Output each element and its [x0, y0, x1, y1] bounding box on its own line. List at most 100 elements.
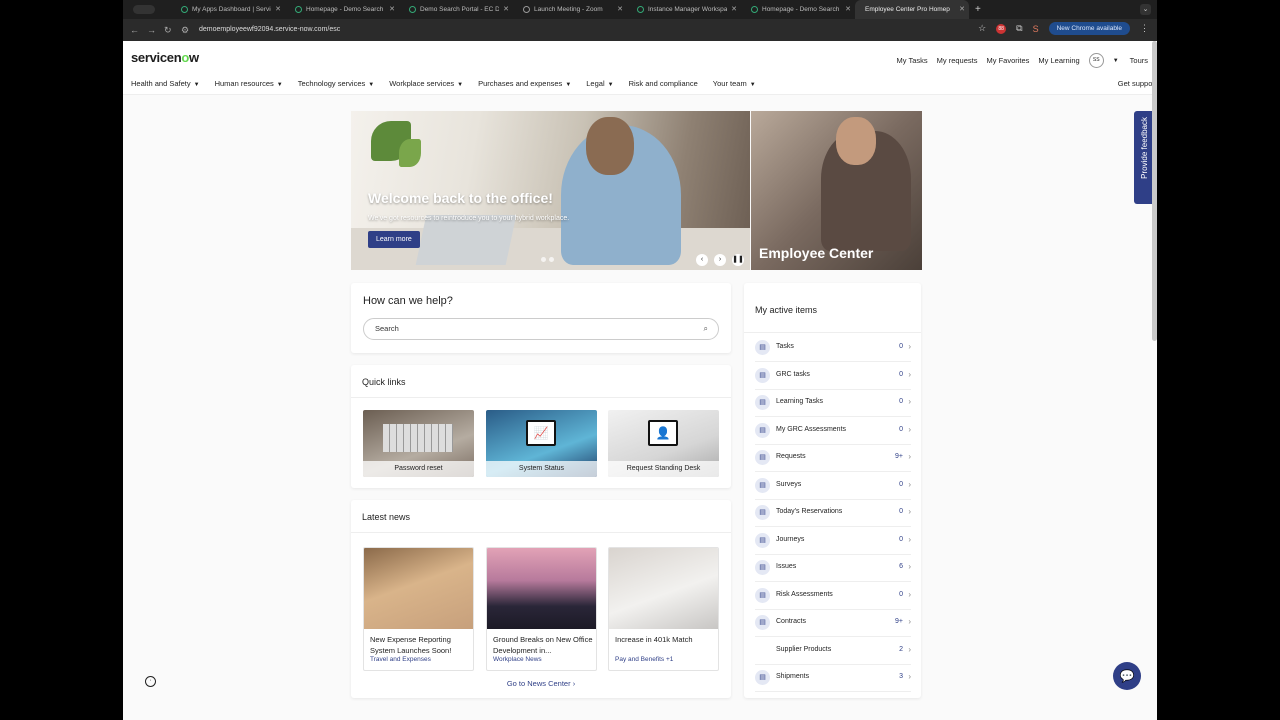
my-learning-link[interactable]: My Learning	[1038, 56, 1079, 65]
avatar[interactable]: SS	[1088, 53, 1104, 68]
quick-link-standing-desk[interactable]: 👤 Request Standing Desk	[608, 410, 719, 477]
active-item-row[interactable]: ▤ Journeys 0 ›	[755, 528, 911, 555]
browser-tab[interactable]: Homepage - Demo Search Po ✕	[741, 0, 855, 19]
tab-search-icon[interactable]: ⌄	[1140, 4, 1151, 15]
grc-icon: ▤	[755, 367, 770, 383]
window-controls[interactable]	[133, 5, 155, 14]
banner-person-image	[836, 117, 876, 165]
go-to-news-center-link[interactable]: Go to News Center ›	[351, 679, 731, 688]
active-item-row[interactable]: ▤ Shipments 3 ›	[755, 665, 911, 692]
menu-item-workplace-services[interactable]: Workplace services ▼	[389, 79, 463, 88]
chevron-left-icon[interactable]: ‹	[696, 254, 708, 266]
active-item-count: 9+	[895, 453, 903, 460]
close-tab-icon[interactable]: ✕	[389, 5, 395, 13]
menu-item-technology-services[interactable]: Technology services ▼	[298, 79, 375, 88]
site-info-icon[interactable]: ⚙	[181, 25, 191, 36]
close-tab-icon[interactable]: ✕	[503, 5, 509, 13]
chevron-down-icon: ▼	[607, 82, 614, 88]
logo-text: w	[189, 50, 199, 65]
browser-tab-active[interactable]: Employee Center Pro Homep ✕	[855, 0, 969, 19]
quick-link-system-status[interactable]: 📈 System Status	[486, 410, 597, 477]
menu-item-risk-and-compliance[interactable]: Risk and compliance	[629, 79, 698, 88]
new-tab-icon[interactable]: +	[975, 4, 981, 15]
menu-icon[interactable]: ⋮	[1140, 23, 1149, 34]
carousel-dot[interactable]	[549, 257, 554, 262]
active-item-row[interactable]: ▤ My GRC Assessments 0 ›	[755, 418, 911, 445]
learn-more-button[interactable]: Learn more	[368, 231, 420, 248]
active-item-row[interactable]: ▤ Requests 9+ ›	[755, 445, 911, 472]
news-item[interactable]: Ground Breaks on New Office Development …	[486, 547, 597, 671]
scrollbar[interactable]	[1152, 41, 1157, 341]
forward-icon[interactable]: →	[147, 25, 157, 35]
menu-item-legal[interactable]: Legal ▼	[586, 79, 613, 88]
close-tab-icon[interactable]: ✕	[845, 5, 851, 13]
chevron-right-icon[interactable]: ›	[714, 254, 726, 266]
my-favorites-link[interactable]: My Favorites	[986, 56, 1029, 65]
chrome-update-button[interactable]: New Chrome available	[1048, 22, 1130, 35]
search-input[interactable]: Search ⌕	[363, 318, 719, 340]
active-item-row[interactable]: Supplier Products 2 ›	[755, 638, 911, 665]
active-item-row[interactable]: ▤ Risk Assessments 0 ›	[755, 583, 911, 610]
chat-icon[interactable]: 💬	[1113, 662, 1141, 690]
news-category[interactable]: Workplace News	[493, 656, 542, 663]
carousel-dot[interactable]	[541, 257, 546, 262]
chevron-down-icon[interactable]: ▼	[1113, 58, 1119, 64]
menu-item-purchases-and-expenses[interactable]: Purchases and expenses ▼	[478, 79, 571, 88]
my-requests-link[interactable]: My requests	[937, 56, 978, 65]
tab-title: Employee Center Pro Homep	[865, 6, 950, 13]
active-item-row[interactable]: ▤ Tasks 0 ›	[755, 335, 911, 362]
active-item-row[interactable]: ▤ GRC tasks 0 ›	[755, 363, 911, 390]
profile-icon[interactable]: S	[1033, 24, 1039, 34]
active-item-row[interactable]: ▤ Today's Reservations 0 ›	[755, 500, 911, 527]
menu-item-health-and-safety[interactable]: Health and Safety ▼	[131, 79, 200, 88]
browser-tab[interactable]: Instance Manager Workspace ✕	[627, 0, 741, 19]
browser-tab[interactable]: My Apps Dashboard | Servic ✕	[171, 0, 285, 19]
menu-item-human-resources[interactable]: Human resources ▼	[215, 79, 283, 88]
active-item-label: Supplier Products	[776, 645, 832, 653]
address-bar-row: ← → ↻ ⚙ demoemployeewf92094.service-now.…	[123, 19, 1157, 41]
chevron-down-icon: ▼	[749, 82, 756, 88]
extension-badge-icon[interactable]: 88	[996, 23, 1007, 34]
close-tab-icon[interactable]: ✕	[617, 5, 623, 13]
news-image	[609, 548, 718, 629]
close-tab-icon[interactable]: ✕	[959, 5, 965, 13]
back-icon[interactable]: ←	[130, 25, 140, 35]
star-icon[interactable]: ☆	[978, 23, 986, 34]
close-tab-icon[interactable]: ✕	[731, 5, 737, 13]
browser-tab[interactable]: Homepage - Demo Search Po ✕	[285, 0, 399, 19]
carousel-indicators[interactable]	[541, 257, 554, 262]
close-tab-icon[interactable]: ✕	[275, 5, 281, 13]
news-item[interactable]: New Expense Reporting System Launches So…	[363, 547, 474, 671]
pause-icon[interactable]: ❚❚	[732, 254, 744, 266]
chevron-down-icon: ▼	[565, 82, 572, 88]
news-item[interactable]: Increase in 401k Match Pay and Benefits …	[608, 547, 719, 671]
menu-item-your-team[interactable]: Your team ▼	[713, 79, 756, 88]
active-item-label: Requests	[776, 453, 806, 460]
extension-icon[interactable]: ⧉	[1016, 23, 1022, 34]
favicon-icon	[637, 6, 644, 13]
active-item-row[interactable]: ▤ Issues 6 ›	[755, 555, 911, 582]
chevron-right-icon: ›	[908, 342, 911, 351]
my-tasks-link[interactable]: My Tasks	[897, 56, 928, 65]
accessibility-icon[interactable]: ·	[145, 676, 156, 687]
url-field[interactable]: demoemployeewf92094.service-now.com/esc	[199, 22, 340, 38]
active-item-count: 9+	[895, 618, 903, 625]
tours-link[interactable]: Tours	[1130, 56, 1148, 65]
active-item-count: 0	[899, 343, 903, 350]
search-card-title: How can we help?	[363, 295, 453, 307]
news-category[interactable]: Pay and Benefits +1	[615, 656, 673, 663]
search-icon[interactable]: ⌕	[704, 319, 708, 339]
active-item-label: Learning Tasks	[776, 398, 823, 405]
menu-item-label: Technology services	[297, 79, 366, 88]
active-item-row[interactable]: ▤ Learning Tasks 0 ›	[755, 390, 911, 417]
active-item-row[interactable]: ▤ Surveys 0 ›	[755, 473, 911, 500]
latest-news-card: Latest news New Expense Reporting System…	[351, 500, 731, 698]
servicenow-logo[interactable]: servicenow	[131, 50, 199, 65]
browser-tab[interactable]: Demo Search Portal - EC De ✕	[399, 0, 513, 19]
quick-link-password-reset[interactable]: Password reset	[363, 410, 474, 477]
active-item-row[interactable]: ▤ Contracts 9+ ›	[755, 610, 911, 637]
reload-icon[interactable]: ↻	[164, 25, 174, 36]
active-item-label: Contracts	[776, 618, 806, 625]
browser-tab[interactable]: Launch Meeting - Zoom ✕	[513, 0, 627, 19]
news-category[interactable]: Travel and Expenses	[370, 656, 431, 663]
